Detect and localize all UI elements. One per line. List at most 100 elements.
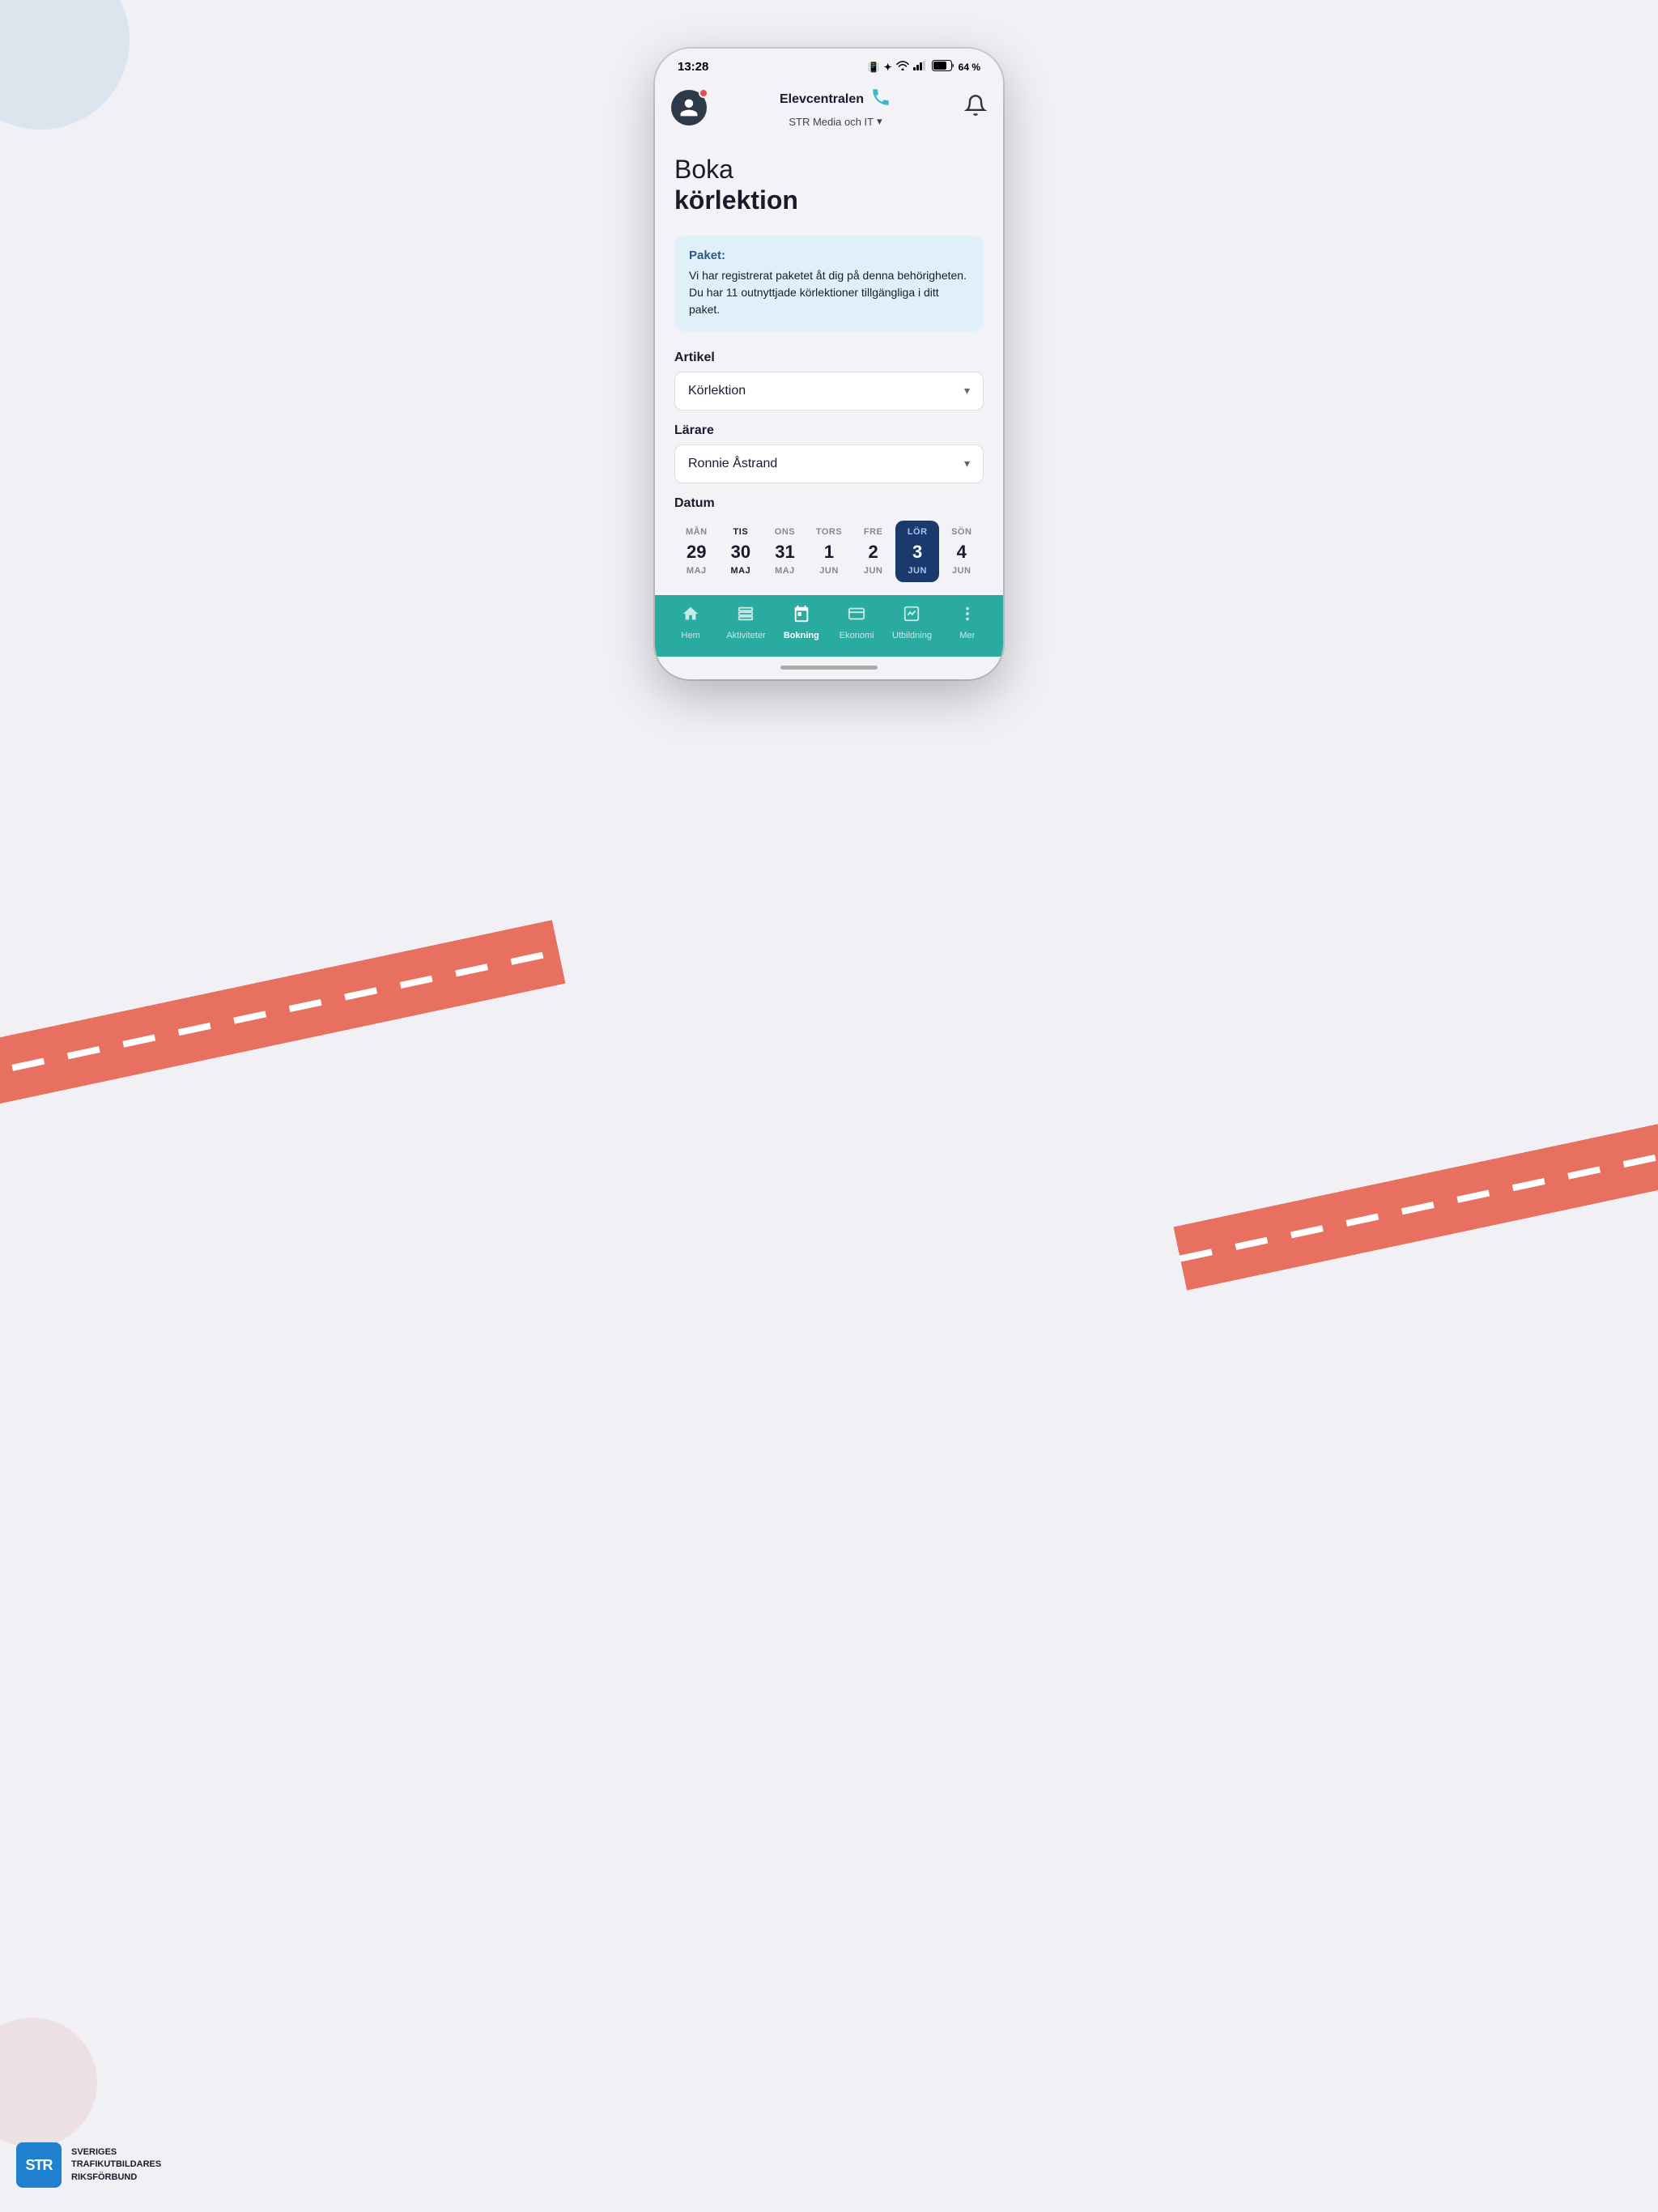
info-box: Paket: Vi har registrerat paketet åt dig… (674, 236, 984, 331)
larare-select-display[interactable]: Ronnie Åstrand ▾ (675, 445, 983, 483)
user-icon (678, 97, 699, 118)
signal-icon (913, 61, 928, 73)
status-icons: 📳 ✦ (868, 60, 980, 74)
datum-group: Datum MÅN 29 MAJ TIS 30 MAJ ONS 31 MAJ T… (674, 496, 984, 595)
cal-day-num: 4 (957, 542, 967, 563)
home-nav-icon (682, 605, 699, 627)
cal-day-num: 30 (731, 542, 750, 563)
calendar-row: MÅN 29 MAJ TIS 30 MAJ ONS 31 MAJ TORS 1 … (674, 521, 984, 595)
nav-item-hem[interactable]: Hem (663, 605, 718, 640)
nav-item-label-2: Bokning (784, 631, 819, 640)
cal-day-month: JUN (908, 566, 927, 576)
page-title-bold: körlektion (674, 185, 984, 215)
calendar-day-4[interactable]: FRE 2 JUN (851, 521, 895, 582)
main-content: Boka körlektion Paket: Vi har registrera… (655, 138, 1003, 595)
cal-day-month: MAJ (775, 566, 795, 576)
chart-nav-icon (903, 605, 920, 627)
cal-day-name: ONS (775, 527, 795, 537)
nav-item-bokning[interactable]: Bokning (774, 605, 829, 640)
status-bar: 13:28 📳 ✦ (655, 49, 1003, 80)
cal-day-name: SÖN (951, 527, 971, 537)
dots-nav-icon (959, 605, 976, 627)
calendar-day-5[interactable]: LÖR 3 JUN (895, 521, 940, 582)
phone-frame: 13:28 📳 ✦ (655, 49, 1003, 679)
list-nav-icon (737, 605, 755, 627)
str-logo-box: STR (16, 2142, 62, 2188)
cal-day-num: 31 (775, 542, 794, 563)
road-stripe-1 (0, 921, 565, 1135)
larare-select[interactable]: Ronnie Åstrand ▾ (674, 445, 984, 483)
nav-item-aktiviteter[interactable]: Aktiviteter (718, 605, 773, 640)
artikel-label: Artikel (674, 351, 984, 365)
cal-day-name: MÅN (686, 527, 708, 537)
cal-day-num: 2 (868, 542, 878, 563)
notification-bell[interactable] (964, 94, 987, 121)
cal-day-month: MAJ (687, 566, 707, 576)
artikel-select[interactable]: Körlektion ▾ (674, 372, 984, 410)
artikel-chevron-icon: ▾ (964, 384, 970, 398)
bg-decoration-circle-tl (0, 0, 130, 130)
status-time: 13:28 (678, 60, 708, 74)
nav-item-label-3: Ekonomi (840, 631, 874, 640)
page-title-container: Boka körlektion (674, 154, 984, 216)
nav-item-label-1: Aktiviteter (726, 631, 765, 640)
vibrate-icon: 📳 (868, 62, 880, 73)
bluetooth-icon: ✦ (884, 62, 892, 73)
cal-day-name: TIS (733, 527, 749, 537)
calendar-nav-icon (793, 605, 810, 627)
bottom-nav: Hem Aktiviteter Bokning Ekonomi Utbildni… (655, 595, 1003, 657)
cal-day-num: 29 (687, 542, 706, 563)
brand-name: Elevcentralen (780, 92, 864, 107)
cal-day-name: LÖR (908, 527, 928, 537)
subtitle-chevron: ▾ (877, 115, 882, 128)
cal-day-month: JUN (952, 566, 971, 576)
wifi-icon (896, 61, 909, 73)
cal-day-num: 1 (824, 542, 834, 563)
subtitle-text: STR Media och IT (789, 116, 874, 128)
nav-item-label-5: Mer (959, 631, 975, 640)
str-abbrev: STR (26, 2157, 53, 2174)
top-nav: Elevcentralen STR Media och IT ▾ (655, 80, 1003, 138)
larare-group: Lärare Ronnie Åstrand ▾ (674, 423, 984, 483)
info-box-title: Paket: (689, 249, 969, 262)
nav-item-label-4: Utbildning (892, 631, 932, 640)
artikel-value: Körlektion (688, 384, 746, 398)
card-nav-icon (848, 605, 865, 627)
nav-item-label-0: Hem (682, 631, 700, 640)
bg-decoration-circle-bl (0, 2018, 97, 2147)
str-logo: STR SVERIGES TRAFIKUTBILDARES RIKSFÖRBUN… (16, 2142, 161, 2188)
artikel-group: Artikel Körlektion ▾ (674, 351, 984, 410)
home-indicator-bar (780, 666, 878, 670)
str-name-line2: TRAFIKUTBILDARES (71, 2159, 161, 2171)
datum-label: Datum (674, 496, 984, 511)
battery-percent: 64 % (959, 62, 980, 73)
larare-label: Lärare (674, 423, 984, 438)
phone-icon (870, 87, 891, 113)
calendar-day-0[interactable]: MÅN 29 MAJ (674, 521, 719, 582)
battery-icon (932, 60, 954, 74)
nav-item-utbildning[interactable]: Utbildning (884, 605, 939, 640)
avatar-container[interactable] (671, 90, 707, 125)
artikel-select-display[interactable]: Körlektion ▾ (675, 372, 983, 410)
larare-chevron-icon: ▾ (964, 457, 970, 470)
str-name-line1: SVERIGES (71, 2146, 161, 2159)
calendar-day-2[interactable]: ONS 31 MAJ (763, 521, 807, 582)
info-box-text: Vi har registrerat paketet åt dig på den… (689, 267, 969, 318)
cal-day-month: JUN (864, 566, 883, 576)
calendar-day-3[interactable]: TORS 1 JUN (807, 521, 852, 582)
calendar-day-1[interactable]: TIS 30 MAJ (719, 521, 763, 582)
cal-day-month: MAJ (731, 566, 751, 576)
nav-item-ekonomi[interactable]: Ekonomi (829, 605, 884, 640)
nav-brand: Elevcentralen (780, 87, 891, 113)
cal-day-name: FRE (864, 527, 883, 537)
calendar-day-6[interactable]: SÖN 4 JUN (939, 521, 984, 582)
nav-subtitle[interactable]: STR Media och IT ▾ (789, 115, 882, 128)
larare-value: Ronnie Åstrand (688, 457, 777, 471)
home-indicator (655, 657, 1003, 679)
nav-center: Elevcentralen STR Media och IT ▾ (780, 87, 891, 128)
str-name-block: SVERIGES TRAFIKUTBILDARES RIKSFÖRBUND (71, 2146, 161, 2184)
nav-item-mer[interactable]: Mer (940, 605, 995, 640)
avatar-notification-badge (699, 88, 708, 98)
cal-day-name: TORS (816, 527, 842, 537)
road-stripe-2 (1174, 1075, 1658, 1290)
